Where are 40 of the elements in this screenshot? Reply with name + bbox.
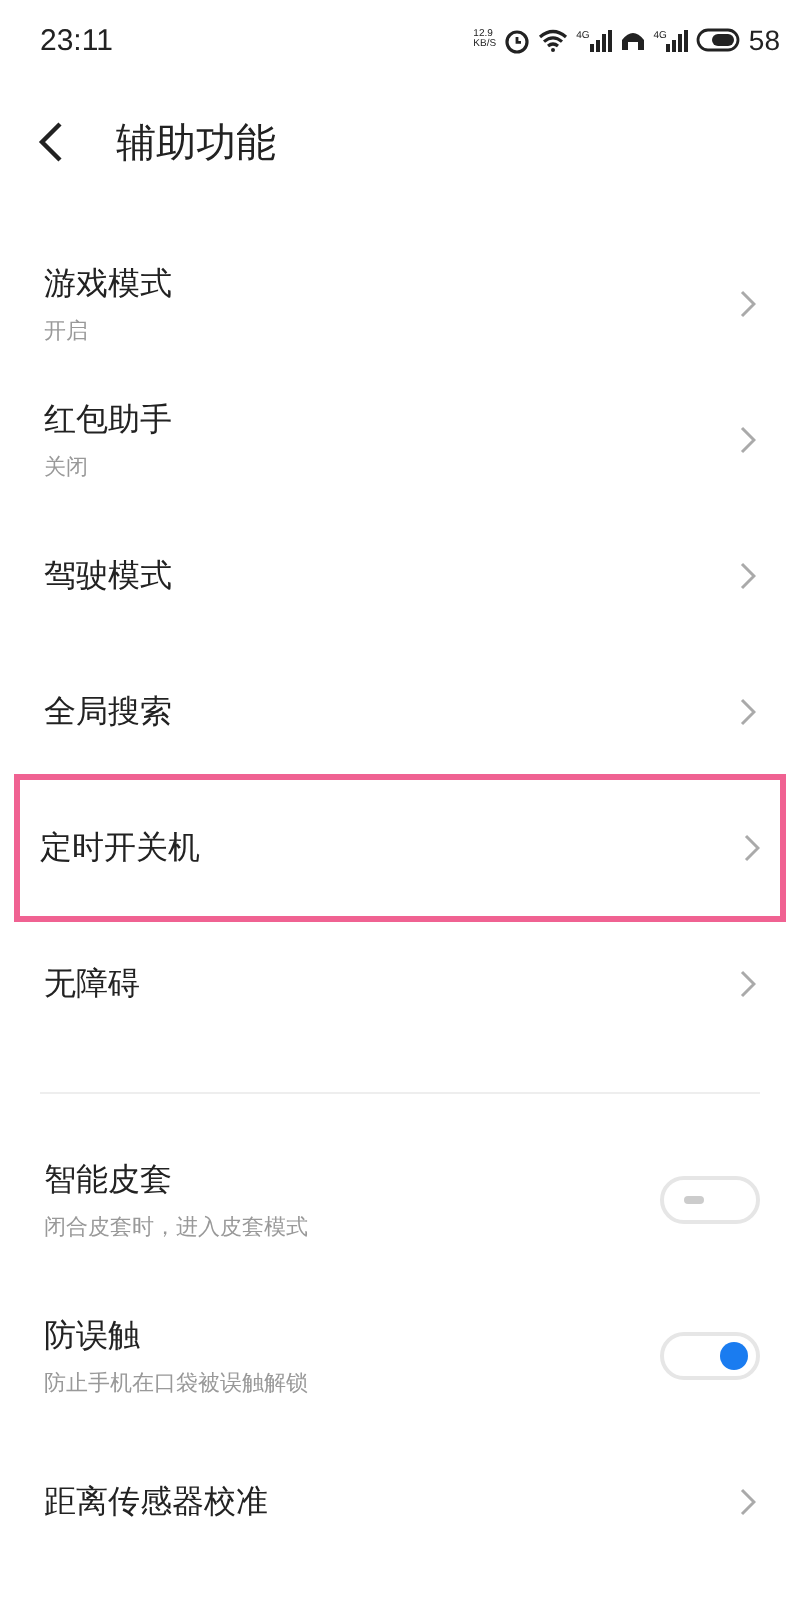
chevron-right-icon (740, 970, 756, 998)
setting-title: 定时开关机 (40, 827, 200, 869)
battery-icon (696, 28, 741, 52)
setting-title: 红包助手 (44, 399, 172, 441)
setting-subtitle: 关闭 (44, 451, 90, 481)
alarm-icon (504, 27, 531, 53)
chevron-right-icon (744, 834, 760, 862)
signal-icon (589, 29, 612, 51)
setting-row[interactable]: 驾驶模式 (40, 508, 760, 644)
clock-time: 23:11 (40, 23, 113, 57)
back-icon (36, 120, 64, 164)
page-title: 辅助功能 (116, 115, 276, 169)
chevron-right-icon (740, 1488, 756, 1516)
setting-title: 驾驶模式 (44, 555, 172, 597)
setting-subtitle: 开启 (44, 315, 90, 345)
chevron-right-icon (740, 290, 756, 318)
setting-subtitle: 防止手机在口袋被误触解锁 (44, 1367, 308, 1397)
signal-icon (666, 29, 689, 51)
setting-title: 无障碍 (44, 963, 140, 1005)
setting-row[interactable]: 无障碍 (40, 916, 760, 1052)
setting-title: 距离传感器校准 (44, 1481, 268, 1523)
setting-title: 全局搜索 (44, 691, 172, 733)
setting-title: 防误触 (44, 1315, 142, 1357)
setting-title: 智能皮套 (44, 1159, 174, 1201)
setting-row[interactable]: 防误触 防止手机在口袋被误触解锁 (40, 1278, 760, 1434)
toggle-switch[interactable] (660, 1176, 760, 1224)
chevron-right-icon (740, 562, 756, 590)
setting-subtitle: 闭合皮套时，进入皮套模式 (44, 1211, 308, 1241)
setting-row[interactable]: 红包助手 关闭 (40, 372, 760, 508)
setting-title: 游戏模式 (44, 263, 172, 305)
toggle-switch[interactable] (660, 1332, 760, 1380)
setting-row[interactable]: 全局搜索 (40, 644, 760, 780)
setting-row[interactable]: 游戏模式 开启 (40, 236, 760, 372)
chevron-right-icon (740, 426, 756, 454)
setting-row[interactable]: 距离传感器校准 (40, 1434, 760, 1570)
chevron-right-icon (740, 698, 756, 726)
highlighted-setting-row[interactable]: 定时开关机 (20, 780, 780, 916)
wifi-icon (538, 28, 569, 52)
setting-row[interactable]: 智能皮套 闭合皮套时，进入皮套模式 (40, 1122, 760, 1278)
battery-level: 58 (748, 24, 780, 56)
